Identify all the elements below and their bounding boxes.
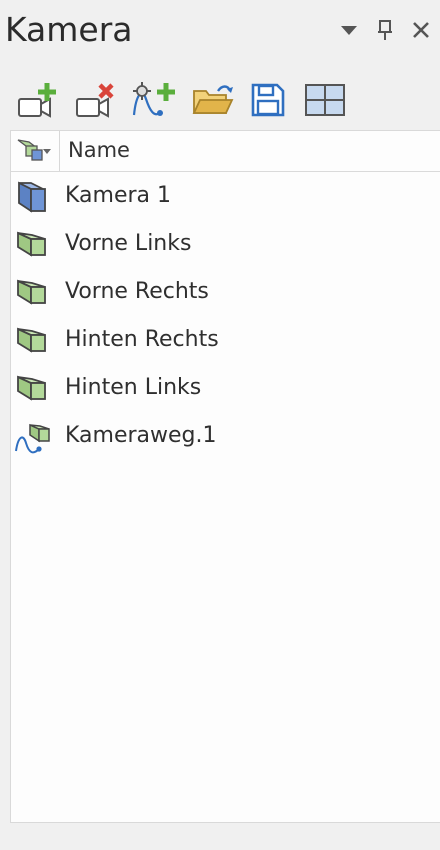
name-column-header[interactable]: Name: [68, 138, 130, 162]
list-item-label: Hinten Rechts: [65, 327, 219, 352]
add-camera-path-icon: [132, 82, 175, 116]
camera-green-icon: [17, 279, 46, 305]
camera-blue-icon: [18, 181, 46, 213]
open-button[interactable]: [188, 72, 236, 126]
open-folder-icon: [192, 85, 234, 114]
list-item-label: Kamera 1: [65, 183, 172, 208]
list-item[interactable]: Hinten Rechts: [11, 317, 440, 365]
remove-camera-icon: [76, 83, 114, 118]
dropdown-icon[interactable]: [336, 16, 362, 44]
pin-icon[interactable]: [372, 16, 398, 44]
camera-green-icon: [17, 375, 46, 401]
panel-titlebar: Kamera: [0, 0, 440, 60]
layout-grid-icon: [305, 84, 345, 116]
toolbar: [0, 72, 440, 128]
save-icon: [251, 83, 285, 117]
list-item[interactable]: Vorne Links: [11, 221, 440, 269]
camera-green-icon: [17, 327, 46, 353]
layout-button[interactable]: [300, 72, 348, 126]
add-camera-button[interactable]: [14, 72, 62, 126]
camera-type-column-header[interactable]: [15, 136, 55, 166]
list-item-label: Hinten Links: [65, 375, 202, 400]
list-header: Name: [11, 131, 440, 172]
list-item[interactable]: Hinten Links: [11, 365, 440, 413]
list-item-label: Vorne Rechts: [65, 279, 209, 304]
close-icon[interactable]: [408, 16, 434, 44]
list-item[interactable]: Kameraweg.1: [11, 413, 440, 461]
camera-path-icon: [15, 423, 50, 454]
list-item[interactable]: Kamera 1: [11, 173, 440, 221]
camera-green-icon: [17, 231, 46, 257]
list-item-label: Vorne Links: [65, 231, 192, 256]
add-camera-icon: [18, 83, 56, 118]
remove-camera-button[interactable]: [72, 72, 120, 126]
camera-type-icon: [17, 139, 51, 161]
list-item-label: Kameraweg.1: [65, 423, 217, 448]
camera-list: Name Kamera 1 Vorne Links Vorne Rechts H…: [10, 130, 440, 823]
column-separator[interactable]: [59, 131, 60, 171]
panel-title: Kamera: [5, 10, 133, 49]
add-camera-path-button[interactable]: [130, 72, 178, 126]
list-item[interactable]: Vorne Rechts: [11, 269, 440, 317]
save-button[interactable]: [243, 72, 291, 126]
